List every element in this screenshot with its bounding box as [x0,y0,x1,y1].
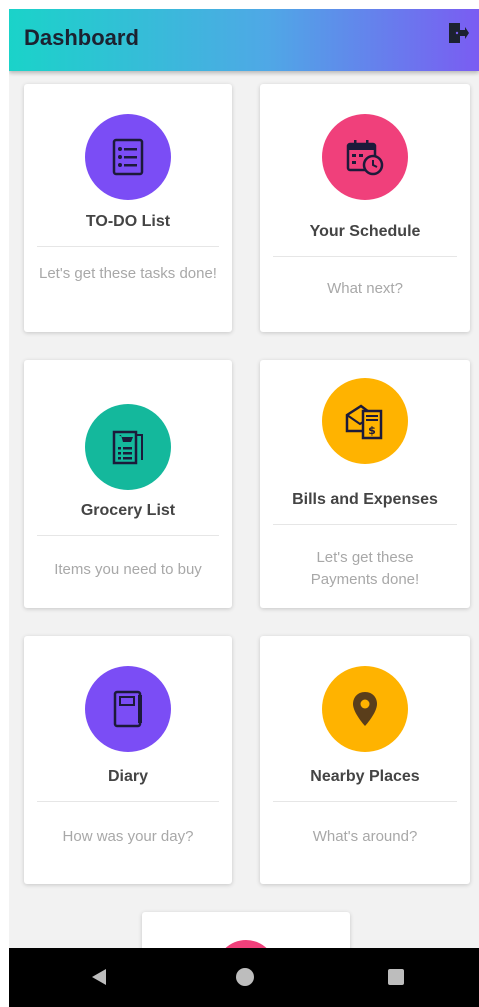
card-subtitle: Items you need to buy [54,561,202,578]
card-title: TO-DO List [85,213,171,230]
bill-envelope-icon: $ [322,378,408,464]
calendar-clock-icon [322,114,408,200]
card-subtitle: How was your day? [62,828,194,845]
card-subtitle: What's around? [312,828,418,845]
card-subtitle: What next? [327,280,403,297]
card-divider [273,256,457,257]
page-title: Dashboard [24,25,139,50]
notebook-icon [85,666,171,752]
dashboard-screen: Dashboard TO-DO List Let's get these tas… [9,9,479,1007]
system-navigation-bar [9,948,479,1007]
card-title: Nearby Places [310,768,420,785]
diary-card[interactable]: Diary How was your day? [24,636,232,884]
logout-door-icon[interactable] [447,21,469,45]
nearby-places-card[interactable]: Nearby Places What's around? [260,636,470,884]
svg-text:$: $ [368,424,376,437]
card-divider [37,535,219,536]
card-divider [273,801,457,802]
card-subtitle: Let's get these Payments done! [310,549,420,588]
card-divider [37,801,219,802]
home-circle-icon[interactable] [235,967,255,992]
card-title: Bills and Expenses [292,491,438,508]
shopping-cart-list-icon [85,404,171,490]
map-pin-icon [322,666,408,752]
app-bar: Dashboard [9,9,479,71]
checklist-icon [85,114,171,200]
grocery-list-card[interactable]: Grocery List Items you need to buy [24,360,232,608]
card-divider [37,246,219,247]
bills-expenses-card[interactable]: $ Bills and Expenses Let's get these Pay… [260,360,470,608]
back-triangle-icon[interactable] [90,967,108,992]
card-title: Grocery List [80,502,176,519]
recents-square-icon[interactable] [387,968,405,991]
todo-list-card[interactable]: TO-DO List Let's get these tasks done! [24,84,232,332]
card-title: Your Schedule [309,223,421,240]
card-title: Diary [107,768,149,785]
schedule-card[interactable]: Your Schedule What next? [260,84,470,332]
card-subtitle: Let's get these tasks done! [39,265,217,282]
card-divider [273,524,457,525]
